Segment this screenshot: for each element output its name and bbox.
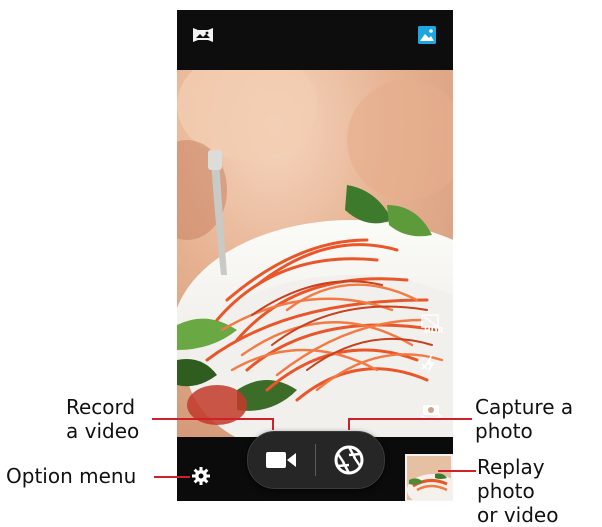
callout-record-line2: a video: [66, 419, 140, 443]
callout-record-line1: Record: [66, 395, 136, 419]
callout-replay-line2: or video: [477, 503, 559, 527]
callout-line-capture-drop: [348, 418, 350, 430]
callout-replay: Replay photo or video: [477, 455, 602, 527]
callout-line-record-drop: [272, 418, 274, 430]
callout-capture-line1: Capture a: [475, 395, 574, 419]
capture-controls: [247, 431, 385, 489]
callout-line-record: [152, 418, 272, 420]
camera-viewfinder[interactable]: HDR: [177, 70, 453, 437]
callout-capture-line2: photo: [475, 419, 533, 443]
gallery-icon[interactable]: [417, 25, 437, 49]
panorama-icon[interactable]: [192, 26, 214, 48]
gear-icon[interactable]: [191, 466, 211, 490]
callout-line-replay: [438, 470, 476, 472]
thumbnail-image: [407, 456, 451, 500]
shutter-icon[interactable]: [333, 444, 365, 480]
hdr-label: HDR: [424, 326, 444, 335]
callout-record-video: Record a video: [66, 395, 139, 443]
callout-capture-photo: Capture a photo: [475, 395, 573, 443]
callout-option-menu: Option menu: [6, 464, 137, 488]
callout-replay-line1: Replay photo: [477, 455, 545, 503]
viewfinder-scene: [177, 70, 453, 437]
capture-divider: [315, 444, 316, 476]
camera-top-bar: [177, 10, 453, 70]
camera-screen: HDR: [177, 10, 453, 501]
video-camera-icon[interactable]: [266, 450, 298, 474]
switch-camera-icon[interactable]: [420, 400, 443, 424]
last-photo-thumbnail[interactable]: [405, 454, 453, 501]
callout-line-option: [154, 476, 190, 478]
callout-line-capture: [348, 418, 472, 420]
flash-off-icon[interactable]: [421, 354, 439, 378]
hdr-icon[interactable]: HDR: [418, 313, 444, 337]
